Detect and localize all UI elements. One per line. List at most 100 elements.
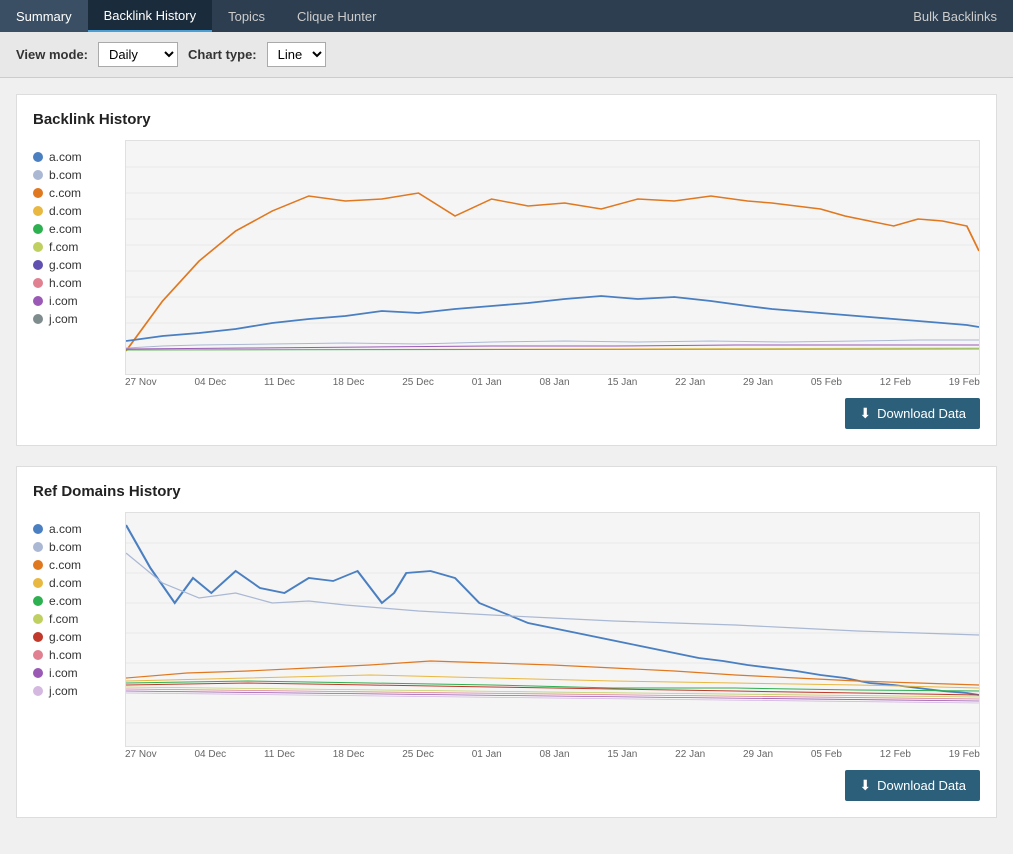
rd-legend-item-g: g.com bbox=[33, 630, 113, 644]
rd-legend-dot-g bbox=[33, 632, 43, 642]
toolbar: View mode: Daily Weekly Monthly Chart ty… bbox=[0, 32, 1013, 78]
x-label: 08 Jan bbox=[540, 377, 570, 388]
legend-item-c: c.com bbox=[33, 186, 113, 200]
rd-legend-label-a: a.com bbox=[49, 522, 82, 536]
main-content: Backlink History a.com b.com c.com d.com e.c… bbox=[0, 78, 1013, 854]
legend-item-b: b.com bbox=[33, 168, 113, 182]
legend-label-d: d.com bbox=[49, 204, 82, 218]
tab-topics[interactable]: Topics bbox=[212, 0, 281, 32]
legend-label-h: h.com bbox=[49, 276, 82, 290]
rd-legend-label-h: h.com bbox=[49, 648, 82, 662]
rd-legend-dot-j bbox=[33, 686, 43, 696]
backlink-history-chart bbox=[125, 140, 980, 375]
x-label: 15 Jan bbox=[607, 749, 637, 760]
ref-domains-section: Ref Domains History a.com b.com c.com d.com… bbox=[16, 466, 997, 818]
chart-type-label: Chart type: bbox=[188, 47, 257, 62]
x-label: 12 Feb bbox=[880, 377, 911, 388]
x-label: 18 Dec bbox=[333, 377, 365, 388]
legend-item-i: i.com bbox=[33, 294, 113, 308]
bulk-backlinks-link[interactable]: Bulk Backlinks bbox=[897, 0, 1013, 32]
download-icon-2: ⬇ bbox=[859, 777, 871, 794]
legend-label-f: f.com bbox=[49, 240, 78, 254]
rd-legend-label-i: i.com bbox=[49, 666, 78, 680]
rd-legend-label-f: f.com bbox=[49, 612, 78, 626]
legend-label-j: j.com bbox=[49, 312, 78, 326]
rd-legend-item-f: f.com bbox=[33, 612, 113, 626]
x-label: 12 Feb bbox=[880, 749, 911, 760]
legend-dot-h bbox=[33, 278, 43, 288]
rd-legend-dot-b bbox=[33, 542, 43, 552]
backlink-download-row: ⬇ Download Data bbox=[33, 398, 980, 429]
x-label: 22 Jan bbox=[675, 749, 705, 760]
chart-type-select[interactable]: Line Bar bbox=[267, 42, 326, 67]
nav-spacer bbox=[392, 0, 897, 32]
legend-dot-b bbox=[33, 170, 43, 180]
x-label: 18 Dec bbox=[333, 749, 365, 760]
tab-backlink-history[interactable]: Backlink History bbox=[88, 0, 212, 32]
backlink-download-label: Download Data bbox=[877, 406, 966, 421]
backlink-history-section: Backlink History a.comb.comc.comd.come.c… bbox=[16, 94, 997, 446]
rd-legend-dot-i bbox=[33, 668, 43, 678]
x-label: 22 Jan bbox=[675, 377, 705, 388]
legend-label-b: b.com bbox=[49, 168, 82, 182]
legend-item-g: g.com bbox=[33, 258, 113, 272]
legend-item-e: e.com bbox=[33, 222, 113, 236]
ref-domains-download-label: Download Data bbox=[877, 778, 966, 793]
legend-dot-i bbox=[33, 296, 43, 306]
x-label: 05 Feb bbox=[811, 749, 842, 760]
legend-label-g: g.com bbox=[49, 258, 82, 272]
legend-dot-a bbox=[33, 152, 43, 162]
legend-label-c: c.com bbox=[49, 186, 81, 200]
x-label: 29 Jan bbox=[743, 749, 773, 760]
tab-summary[interactable]: Summary bbox=[0, 0, 88, 32]
rd-legend-label-d: d.com bbox=[49, 576, 82, 590]
legend-item-j: j.com bbox=[33, 312, 113, 326]
rd-x-axis: 27 Nov04 Dec11 Dec18 Dec25 Dec01 Jan08 J… bbox=[125, 747, 980, 762]
legend-dot-j bbox=[33, 314, 43, 324]
rd-legend-dot-e bbox=[33, 596, 43, 606]
view-mode-select[interactable]: Daily Weekly Monthly bbox=[98, 42, 178, 67]
legend-dot-g bbox=[33, 260, 43, 270]
legend-dot-c bbox=[33, 188, 43, 198]
rd-legend-dot-d bbox=[33, 578, 43, 588]
x-label: 27 Nov bbox=[125, 377, 157, 388]
rd-legend-item-i: i.com bbox=[33, 666, 113, 680]
backlink-download-button[interactable]: ⬇ Download Data bbox=[845, 398, 980, 429]
rd-legend-dot-c bbox=[33, 560, 43, 570]
rd-legend-label-j: j.com bbox=[49, 684, 78, 698]
nav-bar: Summary Backlink History Topics Clique H… bbox=[0, 0, 1013, 32]
rd-legend-label-c: c.com bbox=[49, 558, 81, 572]
rd-legend-item-e: e.com bbox=[33, 594, 113, 608]
ref-domains-container: a.com b.com c.com d.com e.com f.com g.com h.com… bbox=[33, 512, 980, 762]
download-icon: ⬇ bbox=[859, 405, 871, 422]
legend-item-h: h.com bbox=[33, 276, 113, 290]
rd-legend-dot-f bbox=[33, 614, 43, 624]
rd-legend-label-e: e.com bbox=[49, 594, 82, 608]
x-label: 19 Feb bbox=[949, 749, 980, 760]
rd-legend-label-g: g.com bbox=[49, 630, 82, 644]
legend-label-e: e.com bbox=[49, 222, 82, 236]
backlink-history-title: Backlink History bbox=[33, 111, 980, 128]
rd-legend-item-a: a.com bbox=[33, 522, 113, 536]
ref-domains-title: Ref Domains History bbox=[33, 483, 980, 500]
rd-legend-item-h: h.com bbox=[33, 648, 113, 662]
rd-legend-item-d: d.com bbox=[33, 576, 113, 590]
x-label: 08 Jan bbox=[540, 749, 570, 760]
ref-domains-legend: a.com b.com c.com d.com e.com f.com g.com h.com… bbox=[33, 512, 113, 762]
rd-legend-dot-a bbox=[33, 524, 43, 534]
backlink-history-legend: a.comb.comc.comd.come.comf.comg.comh.com… bbox=[33, 140, 113, 390]
x-label: 19 Feb bbox=[949, 377, 980, 388]
rd-legend-label-b: b.com bbox=[49, 540, 82, 554]
tab-clique-hunter[interactable]: Clique Hunter bbox=[281, 0, 393, 32]
ref-domains-download-button[interactable]: ⬇ Download Data bbox=[845, 770, 980, 801]
ref-domains-chart-area: 27 Nov04 Dec11 Dec18 Dec25 Dec01 Jan08 J… bbox=[125, 512, 980, 762]
x-label: 04 Dec bbox=[194, 749, 226, 760]
rd-legend-item-c: c.com bbox=[33, 558, 113, 572]
x-label: 25 Dec bbox=[402, 377, 434, 388]
x-label: 04 Dec bbox=[194, 377, 226, 388]
bl-x-axis: 27 Nov04 Dec11 Dec18 Dec25 Dec01 Jan08 J… bbox=[125, 375, 980, 390]
legend-item-d: d.com bbox=[33, 204, 113, 218]
legend-dot-e bbox=[33, 224, 43, 234]
backlink-history-chart-area: 27 Nov04 Dec11 Dec18 Dec25 Dec01 Jan08 J… bbox=[125, 140, 980, 390]
ref-domains-chart bbox=[125, 512, 980, 747]
